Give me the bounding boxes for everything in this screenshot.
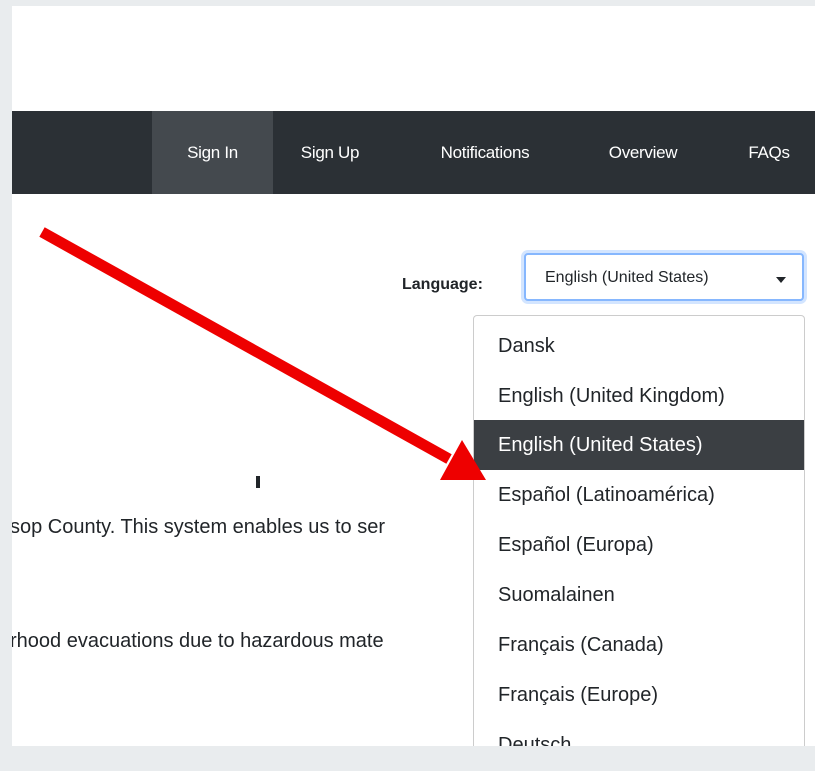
language-menu: Dansk English (United Kingdom) English (…: [473, 315, 805, 746]
body-text-line-1: sop County. This system enables us to se…: [12, 516, 385, 538]
language-option-english-us[interactable]: English (United States): [474, 420, 804, 470]
language-option-dansk[interactable]: Dansk: [474, 321, 804, 371]
language-option-espanol-europa[interactable]: Español (Europa): [474, 520, 804, 570]
page: Sign In Sign Up Notifications Overview F…: [12, 6, 815, 746]
caret-down-icon: [776, 277, 786, 283]
language-option-english-uk[interactable]: English (United Kingdom): [474, 371, 804, 421]
text-fragment: [256, 476, 260, 488]
language-selected-value: English (United States): [545, 269, 709, 286]
nav-faqs[interactable]: FAQs: [734, 111, 804, 194]
language-option-suomalainen[interactable]: Suomalainen: [474, 570, 804, 620]
body-text-line-2: rhood evacuations due to hazardous mate: [12, 630, 384, 652]
language-option-deutsch[interactable]: Deutsch: [474, 720, 804, 746]
nav-sign-in[interactable]: Sign In: [152, 111, 273, 194]
language-option-espanol-latinoamerica[interactable]: Español (Latinoamérica): [474, 470, 804, 520]
language-option-francais-canada[interactable]: Français (Canada): [474, 620, 804, 670]
language-label: Language:: [402, 276, 483, 293]
nav-notifications[interactable]: Notifications: [417, 111, 553, 194]
nav-sign-up[interactable]: Sign Up: [285, 111, 375, 194]
language-dropdown[interactable]: English (United States): [524, 253, 804, 301]
top-navbar: Sign In Sign Up Notifications Overview F…: [12, 111, 815, 194]
language-option-francais-europe[interactable]: Français (Europe): [474, 670, 804, 720]
nav-overview[interactable]: Overview: [590, 111, 696, 194]
